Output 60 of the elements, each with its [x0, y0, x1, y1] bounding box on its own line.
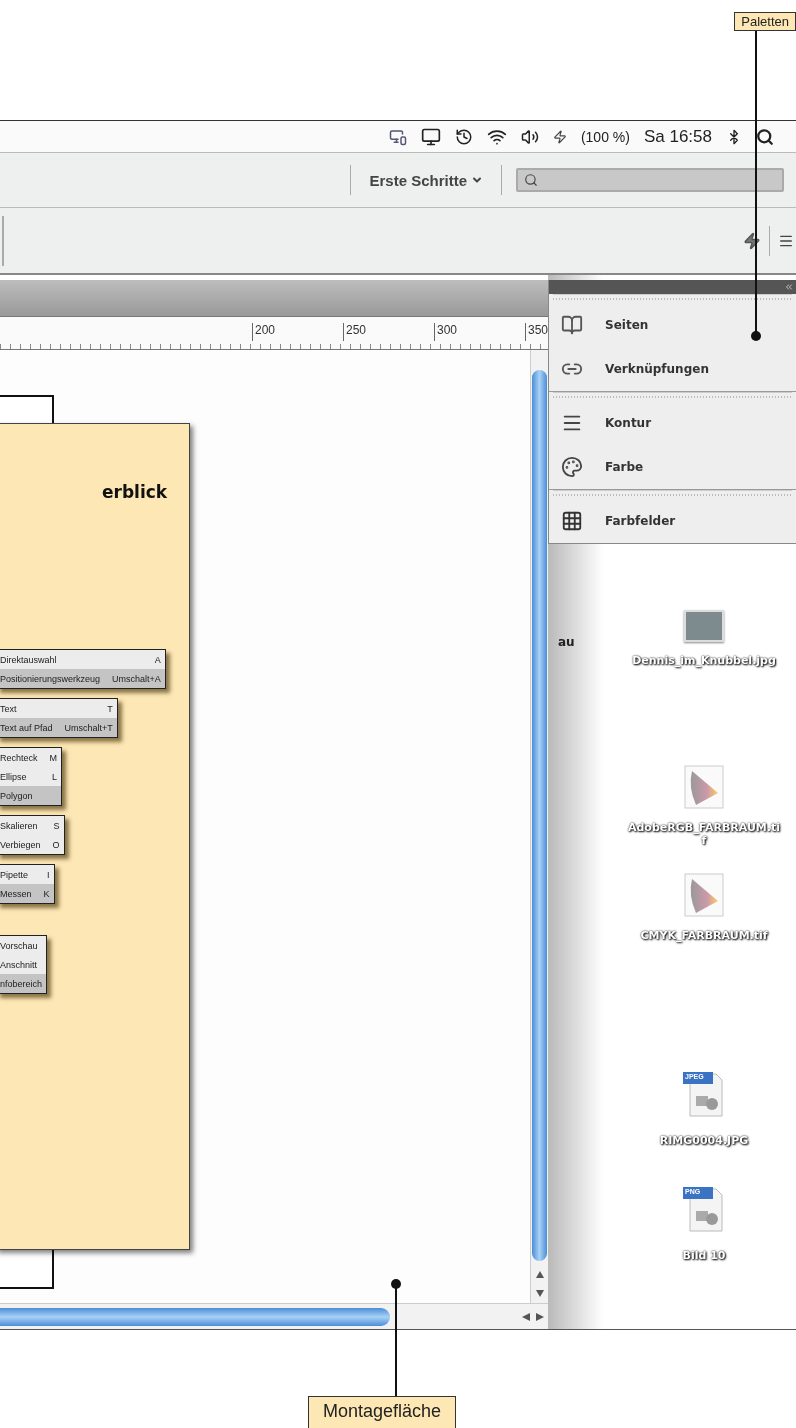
image-file-icon	[682, 1185, 726, 1233]
panel-button[interactable]: Kontur	[549, 401, 796, 445]
ruler-label: 300	[434, 323, 525, 341]
scroll-up-arrow[interactable]	[535, 1271, 544, 1278]
display-icon[interactable]	[420, 126, 441, 147]
scroll-left-arrow[interactable]	[522, 1312, 530, 1321]
panel-button[interactable]: Verknüpfungen	[549, 347, 796, 391]
ruler-label: 250	[343, 323, 434, 341]
panel-button[interactable]: Farbe	[549, 445, 796, 489]
scroll-down-arrow[interactable]	[535, 1290, 544, 1297]
search-field[interactable]	[516, 168, 784, 192]
lightning-icon[interactable]	[743, 231, 761, 250]
scroll-thumb[interactable]	[532, 370, 547, 1261]
menu-item[interactable]: Text T	[0, 699, 117, 718]
file-label: au	[558, 635, 575, 649]
color-gamut-icon	[684, 765, 724, 809]
file-name: AdobeRGB_FARBRAUM.tif	[627, 821, 781, 847]
sheet-heading: erblick	[102, 482, 168, 502]
battery-charging-icon[interactable]	[552, 129, 567, 144]
image-file-icon	[682, 1070, 726, 1118]
pages-icon	[561, 314, 583, 336]
scroll-right-arrow[interactable]	[536, 1312, 544, 1321]
workspace-menu[interactable]: Erste Schritte	[365, 167, 487, 193]
search-icon[interactable]	[756, 127, 774, 146]
menu-item[interactable]: Verbiegen O	[0, 835, 64, 854]
screen-sharing-icon[interactable]	[388, 127, 407, 146]
file-name: Bild 10	[682, 1249, 726, 1262]
menu-item[interactable]: Ellipse L	[0, 767, 62, 786]
panel-button[interactable]: Farbfelder	[549, 499, 796, 543]
menu-item[interactable]: nfobereich	[0, 974, 47, 993]
file-name: Dennis_im_Knubbel.jpg	[632, 654, 776, 667]
menu-clock[interactable]: Sa 16:58	[643, 126, 712, 147]
palette-icon	[561, 456, 583, 478]
horizontal-scrollbar[interactable]	[0, 1303, 548, 1329]
panel-button[interactable]: Seiten	[549, 303, 796, 347]
volume-icon[interactable]	[520, 127, 539, 146]
menu-item[interactable]: Pipette I	[0, 865, 54, 884]
swatch-grid-icon	[561, 510, 583, 532]
collapse-icon[interactable]	[784, 282, 794, 292]
callout-label: Montagefläche	[308, 1396, 457, 1428]
menu-item[interactable]: Messen K	[0, 884, 54, 903]
menu-item[interactable]: Anschnitt	[0, 955, 47, 974]
ruler-label: 200	[252, 323, 343, 341]
file-name: RIMG0004.JPG	[659, 1134, 749, 1147]
menu-item[interactable]: Positionierungswerkzeug Umschalt+A	[0, 669, 165, 688]
menu-item[interactable]: Text auf Pfad Umschalt+T	[0, 718, 117, 737]
time-machine-icon[interactable]	[454, 127, 473, 146]
menu-item[interactable]: Polygon	[0, 786, 62, 805]
battery-percentage: (100 %)	[580, 128, 630, 145]
menu-item[interactable]: Direktauswahl A	[0, 650, 165, 669]
file-name: CMYK_FARBRAUM.tif	[640, 929, 768, 942]
menu-item[interactable]: Skalieren S	[0, 816, 64, 835]
menu-item[interactable]: Rechteck M	[0, 748, 62, 767]
menu-item[interactable]: Vorschau	[0, 936, 47, 955]
photo-placeholder	[684, 610, 724, 642]
scroll-thumb[interactable]	[0, 1307, 390, 1326]
callout-label: Paletten	[734, 12, 796, 31]
search-icon	[524, 173, 538, 187]
vertical-scrollbar[interactable]	[530, 350, 548, 1303]
color-gamut-icon	[684, 873, 724, 917]
